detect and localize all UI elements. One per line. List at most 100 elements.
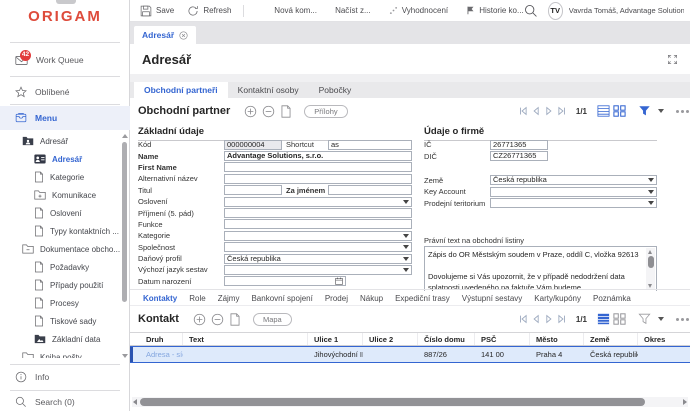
tree-item-pripady-pouziti[interactable]: Případy použití bbox=[0, 276, 130, 294]
column-header[interactable]: Ulice 2 bbox=[363, 333, 418, 345]
name-field[interactable]: Advantage Solutions, s.r.o. bbox=[224, 151, 412, 161]
danovy-profil-dropdown[interactable]: Česká republika bbox=[224, 254, 412, 264]
column-header[interactable]: PSČ bbox=[475, 333, 530, 345]
tab-expedicni-trasy[interactable]: Expediční trasy bbox=[389, 294, 456, 303]
ic-field[interactable]: 26771365 bbox=[490, 140, 548, 150]
tab-nakup[interactable]: Nákup bbox=[354, 294, 389, 303]
tab-kontakty[interactable]: Kontakty bbox=[137, 294, 183, 303]
tree-item-dokumentace[interactable]: Dokumentace obcho... bbox=[0, 240, 130, 258]
save-button[interactable]: Save bbox=[140, 5, 174, 17]
spolecnost-dropdown[interactable] bbox=[224, 242, 412, 252]
prev-record-icon[interactable] bbox=[531, 106, 541, 116]
titul-field[interactable] bbox=[224, 185, 282, 195]
more-options-icon[interactable] bbox=[676, 318, 690, 321]
next-record-icon[interactable] bbox=[544, 106, 554, 116]
column-header[interactable]: Okres bbox=[638, 333, 690, 345]
prijmeni-field[interactable] bbox=[224, 208, 412, 218]
column-header[interactable]: Číslo domu bbox=[418, 333, 475, 345]
tab-pobocky[interactable]: Pobočky bbox=[309, 82, 362, 98]
tab-role[interactable]: Role bbox=[183, 294, 211, 303]
filter-caret-icon[interactable] bbox=[658, 109, 664, 113]
tab-kontaktni-osoby[interactable]: Kontaktní osoby bbox=[228, 82, 309, 98]
tab-obchodni-partneri[interactable]: Obchodní partneři bbox=[134, 82, 228, 98]
tab-vystupni-sestavy[interactable]: Výstupní sestavy bbox=[456, 294, 528, 303]
first-record-icon[interactable] bbox=[518, 106, 528, 116]
more-options-icon[interactable] bbox=[676, 110, 690, 113]
tree-item-procesy[interactable]: Procesy bbox=[0, 294, 130, 312]
form-view-icon[interactable] bbox=[613, 313, 626, 325]
last-record-icon[interactable] bbox=[557, 314, 567, 324]
tree-item-zakladni-data[interactable]: Základní data bbox=[0, 330, 130, 348]
filter-icon[interactable] bbox=[638, 313, 651, 325]
legal-text-area[interactable]: Zápis do OR Městským soudem v Praze, odd… bbox=[424, 246, 657, 292]
tree-item-kniha-posty[interactable]: Kniha pošty bbox=[0, 348, 130, 358]
kod-field[interactable]: 000000004 bbox=[224, 140, 282, 150]
scrollbar-thumb[interactable] bbox=[140, 398, 645, 406]
close-icon[interactable] bbox=[179, 31, 188, 40]
tab-adresar[interactable]: Adresář bbox=[134, 26, 196, 44]
first-name-field[interactable] bbox=[224, 162, 412, 172]
tree-item-adresar[interactable]: Adresář bbox=[0, 150, 130, 168]
form-view-icon[interactable] bbox=[613, 105, 626, 117]
column-header[interactable]: Ulice 1 bbox=[308, 333, 363, 345]
prev-record-icon[interactable] bbox=[531, 314, 541, 324]
sidebar-item-favorites[interactable]: Oblíbené bbox=[0, 82, 130, 102]
sidebar-item-search[interactable]: Search (0) bbox=[0, 393, 130, 411]
tree-item-pozadavky[interactable]: Požadavky bbox=[0, 258, 130, 276]
filter-icon[interactable] bbox=[638, 105, 651, 117]
copy-record-icon[interactable] bbox=[280, 105, 292, 118]
key-account-dropdown[interactable] bbox=[490, 187, 657, 197]
tab-zajmy[interactable]: Zájmy bbox=[212, 294, 246, 303]
vychozi-jazyk-dropdown[interactable] bbox=[224, 265, 412, 275]
table-view-icon[interactable] bbox=[597, 313, 610, 325]
tree-scrollbar[interactable] bbox=[122, 134, 127, 358]
shortcut-field[interactable]: as bbox=[328, 140, 412, 150]
tab-karty-kupony[interactable]: Karty/kupóny bbox=[528, 294, 587, 303]
delete-record-icon[interactable] bbox=[262, 105, 275, 118]
nacist-z-button[interactable]: Načíst z... bbox=[335, 6, 371, 15]
funkce-field[interactable] bbox=[224, 219, 412, 229]
map-button[interactable]: Mapa bbox=[253, 313, 292, 326]
add-record-icon[interactable] bbox=[244, 105, 257, 118]
horizontal-scrollbar[interactable] bbox=[132, 397, 688, 407]
last-record-icon[interactable] bbox=[557, 106, 567, 116]
tab-bankovni-spojeni[interactable]: Bankovní spojení bbox=[245, 294, 318, 303]
dic-field[interactable]: CZ26771365 bbox=[490, 151, 548, 161]
datum-narozeni-field[interactable] bbox=[224, 276, 346, 286]
sidebar-handle[interactable] bbox=[56, 0, 76, 4]
column-header[interactable]: Země bbox=[584, 333, 638, 345]
osloveni-dropdown[interactable] bbox=[224, 197, 412, 207]
sidebar-item-menu[interactable]: Menu bbox=[0, 106, 130, 130]
tree-item-komunikace[interactable]: Komunikace bbox=[0, 186, 130, 204]
tab-poznamka[interactable]: Poznámka bbox=[587, 294, 637, 303]
za-jmenem-field[interactable] bbox=[328, 185, 412, 195]
tab-prodej[interactable]: Prodej bbox=[319, 294, 354, 303]
sidebar-item-work-queue[interactable]: 42 Work Queue bbox=[0, 50, 130, 70]
avatar[interactable]: TV bbox=[548, 2, 563, 20]
tree-item-tiskove-sady[interactable]: Tiskové sady bbox=[0, 312, 130, 330]
next-record-icon[interactable] bbox=[544, 314, 554, 324]
calendar-icon[interactable] bbox=[335, 277, 343, 285]
tree-item-osloveni[interactable]: Oslovení bbox=[0, 204, 130, 222]
prodejni-teritorium-dropdown[interactable] bbox=[490, 198, 657, 208]
kategorie-dropdown[interactable] bbox=[224, 231, 412, 241]
column-header[interactable]: Město bbox=[530, 333, 584, 345]
nova-komunikace-button[interactable]: Nová kom... bbox=[274, 6, 317, 15]
search-icon[interactable] bbox=[524, 4, 538, 18]
first-record-icon[interactable] bbox=[518, 314, 528, 324]
legal-text-scrollbar[interactable] bbox=[646, 248, 655, 290]
tree-item-adresar-folder[interactable]: Adresář bbox=[0, 132, 130, 150]
tree-item-kategorie[interactable]: Kategorie bbox=[0, 168, 130, 186]
fullscreen-icon[interactable] bbox=[667, 54, 678, 65]
tree-item-typy-kontaktnich[interactable]: Typy kontaktních ... bbox=[0, 222, 130, 240]
copy-record-icon[interactable] bbox=[229, 313, 241, 326]
attachments-button[interactable]: Přílohy bbox=[304, 105, 347, 118]
table-row-selected[interactable]: Adresa - sídl Jihovýchodní III 887/26 14… bbox=[130, 346, 690, 363]
refresh-button[interactable]: Refresh bbox=[187, 5, 231, 17]
filter-caret-icon[interactable] bbox=[658, 317, 664, 321]
delete-record-icon[interactable] bbox=[211, 313, 224, 326]
sidebar-item-info[interactable]: Info bbox=[0, 368, 130, 386]
table-view-icon[interactable] bbox=[597, 105, 610, 117]
add-record-icon[interactable] bbox=[193, 313, 206, 326]
historie-button[interactable]: Historie ko... bbox=[466, 6, 523, 15]
